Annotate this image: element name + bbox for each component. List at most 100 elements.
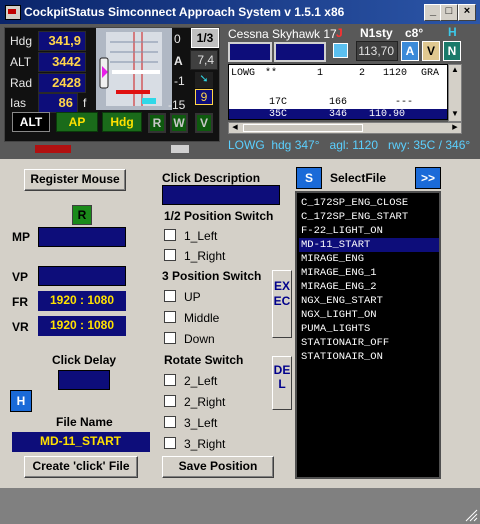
list-item[interactable]: C_172SP_ENG_START (299, 210, 439, 224)
vp-field[interactable] (38, 266, 126, 286)
scroll-up-icon[interactable]: ▲ (449, 65, 461, 77)
exec-button[interactable]: EXEC (272, 270, 292, 338)
list-item[interactable]: NGX_ENG_START (299, 294, 439, 308)
list-item[interactable]: MIRAGE_ENG_2 (299, 280, 439, 294)
fr-value: 1920 : 1080 (38, 291, 126, 311)
checkbox-2-left[interactable] (164, 374, 176, 386)
status-strip (0, 488, 480, 524)
checkbox-1-right[interactable] (164, 249, 176, 261)
list-item-selected[interactable]: MD-11_START (299, 238, 439, 252)
ratio-button[interactable]: 1/3 (191, 28, 219, 48)
list-item[interactable]: F-22_LIGHT_ON (299, 224, 439, 238)
mp-label: MP (12, 230, 30, 244)
label-middle: Middle (184, 311, 220, 325)
r-button[interactable]: R (148, 113, 166, 133)
autopilot-button[interactable]: AP (56, 112, 98, 132)
field-1[interactable] (228, 42, 272, 62)
approach-gauge (96, 28, 172, 110)
window-title: CockpitStatus Simconnect Approach System… (24, 5, 345, 19)
checkbox-1-left[interactable] (164, 229, 176, 241)
two-position-header: 1/2 Position Switch (164, 209, 274, 223)
grey-indicator (171, 145, 189, 153)
h-button[interactable]: H (10, 390, 32, 412)
maximize-button[interactable]: □ (440, 4, 458, 21)
list-item[interactable]: PUMA_LIGHTS (299, 322, 439, 336)
label-down: Down (184, 332, 215, 346)
a-label: A (174, 54, 183, 68)
ias-label: Ias (10, 96, 27, 110)
checkbox-middle[interactable] (164, 311, 176, 323)
next-button[interactable]: >> (415, 167, 441, 189)
list-item[interactable]: STATIONAIR_ON (299, 350, 439, 364)
delete-button[interactable]: DEL (272, 356, 292, 410)
hdg-label: Hdg (10, 34, 33, 48)
table-row-selected: 35C 346 110.90 (229, 109, 447, 119)
save-position-button[interactable]: Save Position (162, 456, 274, 478)
small-value: 9 (195, 89, 213, 105)
approach-status: LOWG hdg 347° agl: 1120 rwy: 35C / 346° (228, 138, 471, 152)
label-1-right: 1_Right (184, 249, 226, 263)
hdg-value: 341,9 (38, 31, 86, 51)
scroll-left-icon[interactable]: ◀ (229, 123, 241, 133)
list-item[interactable]: MIRAGE_ENG (299, 252, 439, 266)
title-bar[interactable]: CockpitStatus Simconnect Approach System… (0, 0, 480, 24)
create-click-file-button[interactable]: Create 'click' File (24, 456, 138, 478)
three-position-header: 3 Position Switch (162, 269, 262, 283)
checkbox-2-right[interactable] (164, 395, 176, 407)
checkbox-3-left[interactable] (164, 416, 176, 428)
resize-grip-icon[interactable] (464, 508, 478, 522)
heading-hold-button[interactable]: Hdg (102, 112, 142, 132)
s-button[interactable]: S (296, 167, 322, 189)
gauge-scale-bottom: -15 (168, 98, 186, 112)
file-list[interactable]: C_172SP_ENG_CLOSE C_172SP_ENG_START F-22… (295, 191, 441, 479)
rad-value: 2428 (38, 73, 86, 93)
rad-label: Rad (10, 76, 33, 90)
checkbox-3-right[interactable] (164, 437, 176, 449)
n-button[interactable]: N (443, 41, 461, 61)
app-icon (5, 5, 21, 20)
click-delay-label: Click Delay (52, 353, 117, 367)
click-description-label: Click Description (162, 171, 261, 185)
w-button[interactable]: W (170, 113, 188, 133)
list-item[interactable]: NGX_LIGHT_ON (299, 308, 439, 322)
checkbox-down[interactable] (164, 332, 176, 344)
frequency-value: 113,70 (356, 41, 398, 61)
scroll-right-icon[interactable]: ▶ (449, 123, 461, 133)
h-label: H (448, 25, 457, 39)
alt-value: 3442 (38, 52, 86, 72)
close-button[interactable]: × (458, 4, 476, 21)
list-item[interactable]: C_172SP_ENG_CLOSE (299, 196, 439, 210)
rotate-switch-header: Rotate Switch (164, 353, 244, 367)
mp-field[interactable] (38, 227, 126, 247)
scroll-down-icon[interactable]: ▼ (449, 109, 461, 121)
approach-table[interactable]: LOWG ** 1 2 1120 GRA 17C 166 --- 35C 346 110.90 (228, 64, 448, 120)
r-register-button[interactable]: R (72, 205, 92, 225)
file-name-label: File Name (56, 415, 113, 429)
alt-hold-button[interactable]: ALT (12, 112, 50, 132)
label-1-left: 1_Left (184, 229, 218, 243)
v-button[interactable]: V (195, 113, 213, 133)
ias-unit: f (83, 96, 87, 110)
list-item[interactable]: STATIONAIR_OFF (299, 336, 439, 350)
fr-label: FR (12, 295, 28, 309)
label-up: UP (184, 290, 201, 304)
v-mode-button[interactable]: V (422, 41, 440, 61)
a-value: 7,4 (190, 50, 218, 70)
gauge-scale-mid: -1 (174, 74, 185, 88)
temp-label: c8° (405, 26, 424, 40)
register-mouse-button[interactable]: Register Mouse (24, 169, 126, 191)
color-toggle[interactable] (333, 43, 348, 58)
click-delay-field[interactable] (58, 370, 110, 390)
table-hscrollbar[interactable]: ◀ ▶ (228, 122, 462, 134)
a-button[interactable]: A (401, 41, 419, 61)
table-vscrollbar[interactable]: ▲ ▼ (448, 64, 462, 122)
field-2[interactable] (274, 42, 326, 62)
label-3-right: 3_Right (184, 437, 226, 451)
file-name-field[interactable]: MD-11_START (12, 432, 150, 452)
vr-label: VR (12, 320, 29, 334)
click-description-field[interactable] (162, 185, 280, 205)
list-item[interactable]: MIRAGE_ENG_1 (299, 266, 439, 280)
checkbox-up[interactable] (164, 290, 176, 302)
scroll-thumb[interactable] (243, 124, 363, 132)
alt-label: ALT (10, 55, 32, 69)
